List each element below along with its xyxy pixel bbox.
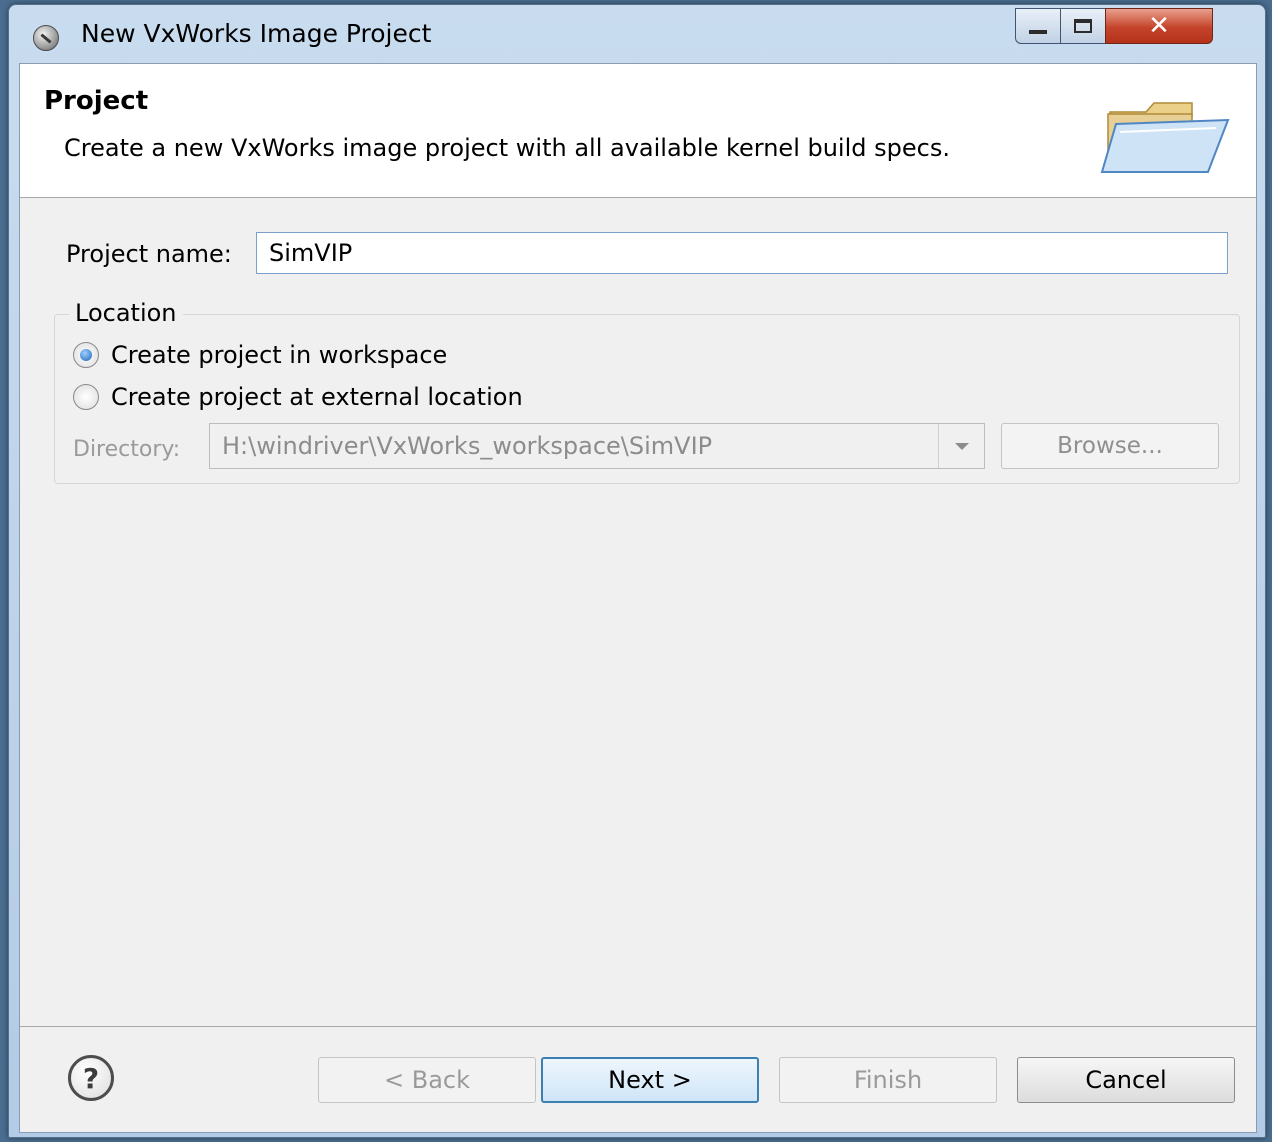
app-icon (33, 25, 59, 51)
dialog-window: New VxWorks Image Project ✕ Project Crea… (8, 4, 1266, 1138)
dropdown-arrow-button[interactable] (938, 424, 984, 468)
dialog-content: Project Create a new VxWorks image proje… (19, 63, 1257, 1133)
chevron-down-icon (954, 442, 969, 450)
minimize-button[interactable] (1015, 8, 1061, 44)
radio-selected-dot (80, 349, 92, 361)
radio-button-selected[interactable] (73, 342, 99, 368)
project-name-input[interactable] (256, 232, 1228, 274)
close-icon: ✕ (1148, 11, 1170, 41)
page-title: Project (44, 86, 149, 116)
button-bar: ? < Back Next > Finish Cancel (20, 1026, 1256, 1134)
help-icon[interactable]: ? (68, 1055, 114, 1101)
location-group: Location Create project in workspace Cre… (54, 299, 1240, 484)
directory-label: Directory: (73, 437, 181, 462)
title-bar[interactable]: New VxWorks Image Project ✕ (9, 5, 1265, 63)
back-button[interactable]: < Back (318, 1057, 536, 1103)
window-title: New VxWorks Image Project (81, 19, 432, 48)
directory-value: H:\windriver\VxWorks_workspace\SimVIP (222, 432, 713, 460)
browse-button[interactable]: Browse... (1001, 423, 1219, 469)
minimize-icon (1029, 30, 1047, 34)
finish-button[interactable]: Finish (779, 1057, 997, 1103)
directory-combobox[interactable]: H:\windriver\VxWorks_workspace\SimVIP (209, 423, 985, 469)
radio-create-in-workspace[interactable]: Create project in workspace (73, 341, 447, 369)
project-name-label: Project name: (66, 240, 232, 268)
radio-button-unselected[interactable] (73, 384, 99, 410)
open-folder-icon (1100, 102, 1230, 173)
maximize-button[interactable] (1060, 8, 1106, 44)
wizard-banner: Project Create a new VxWorks image proje… (20, 64, 1256, 198)
radio-create-at-external-location[interactable]: Create project at external location (73, 383, 523, 411)
location-legend: Location (69, 299, 183, 327)
next-button[interactable]: Next > (541, 1057, 759, 1103)
radio-label: Create project in workspace (111, 341, 448, 369)
close-button[interactable]: ✕ (1105, 8, 1213, 44)
maximize-icon (1074, 19, 1092, 33)
page-description: Create a new VxWorks image project with … (64, 134, 950, 162)
cancel-button[interactable]: Cancel (1017, 1057, 1235, 1103)
radio-label: Create project at external location (111, 383, 523, 411)
